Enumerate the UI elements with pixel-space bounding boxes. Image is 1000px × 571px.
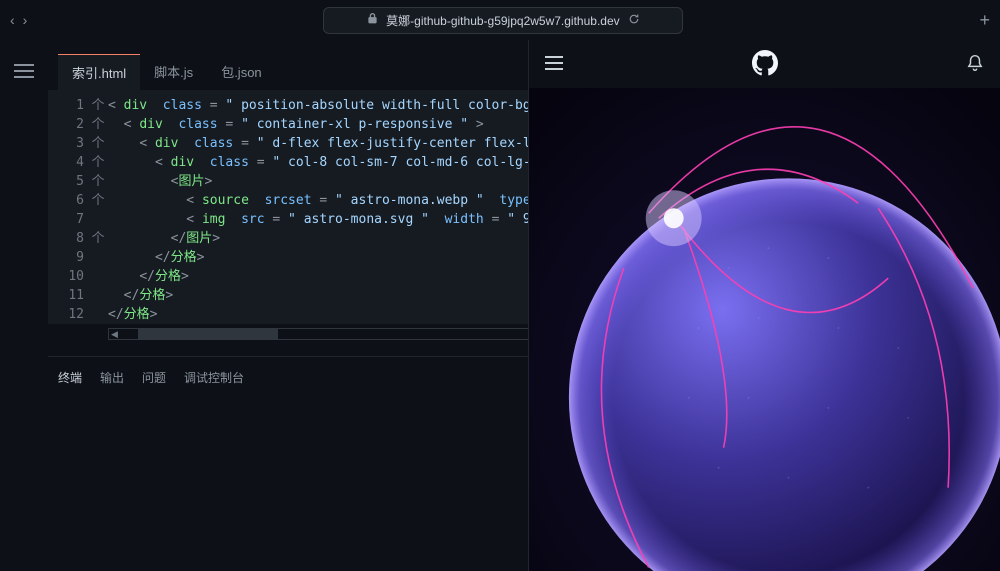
new-tab-button[interactable]: + (979, 10, 990, 31)
editor-tab[interactable]: 索引.html (58, 54, 140, 90)
code-editor[interactable]: 1个< div class = " position-absolute widt… (48, 90, 528, 324)
panel-tab[interactable]: 调试控制台 (184, 369, 244, 386)
editor-tabs: 索引.html脚本.js包.json (48, 40, 528, 90)
horizontal-scrollbar[interactable]: ◀ ▶ (108, 328, 548, 340)
preview-menu-icon[interactable] (545, 56, 563, 73)
github-logo-icon[interactable] (752, 50, 778, 79)
address-bar[interactable]: 莫娜-github-github-g59jpq2w5w7.github.dev (323, 7, 683, 34)
scrollbar-thumb[interactable] (138, 329, 278, 339)
nav-back-button[interactable]: ‹ (10, 12, 15, 28)
editor-tab[interactable]: 脚本.js (140, 54, 207, 90)
notifications-icon[interactable] (966, 54, 984, 75)
title-bar: ‹ › 莫娜-github-github-g59jpq2w5w7.github.… (0, 0, 1000, 40)
activity-bar (0, 40, 48, 571)
address-url: 莫娜-github-github-g59jpq2w5w7.github.dev (386, 12, 619, 29)
panel-tab[interactable]: 输出 (100, 369, 124, 386)
refresh-icon[interactable] (628, 13, 640, 28)
menu-icon[interactable] (14, 64, 34, 80)
preview-pane (528, 40, 1000, 571)
editor-tab[interactable]: 包.json (207, 54, 275, 90)
panel-tab[interactable]: 问题 (142, 369, 166, 386)
panel-tab[interactable]: 终端 (58, 369, 82, 386)
globe-illustration (529, 88, 1000, 571)
bottom-panel: 终端 输出 问题 调试控制台 (48, 356, 528, 398)
lock-icon (367, 13, 378, 27)
